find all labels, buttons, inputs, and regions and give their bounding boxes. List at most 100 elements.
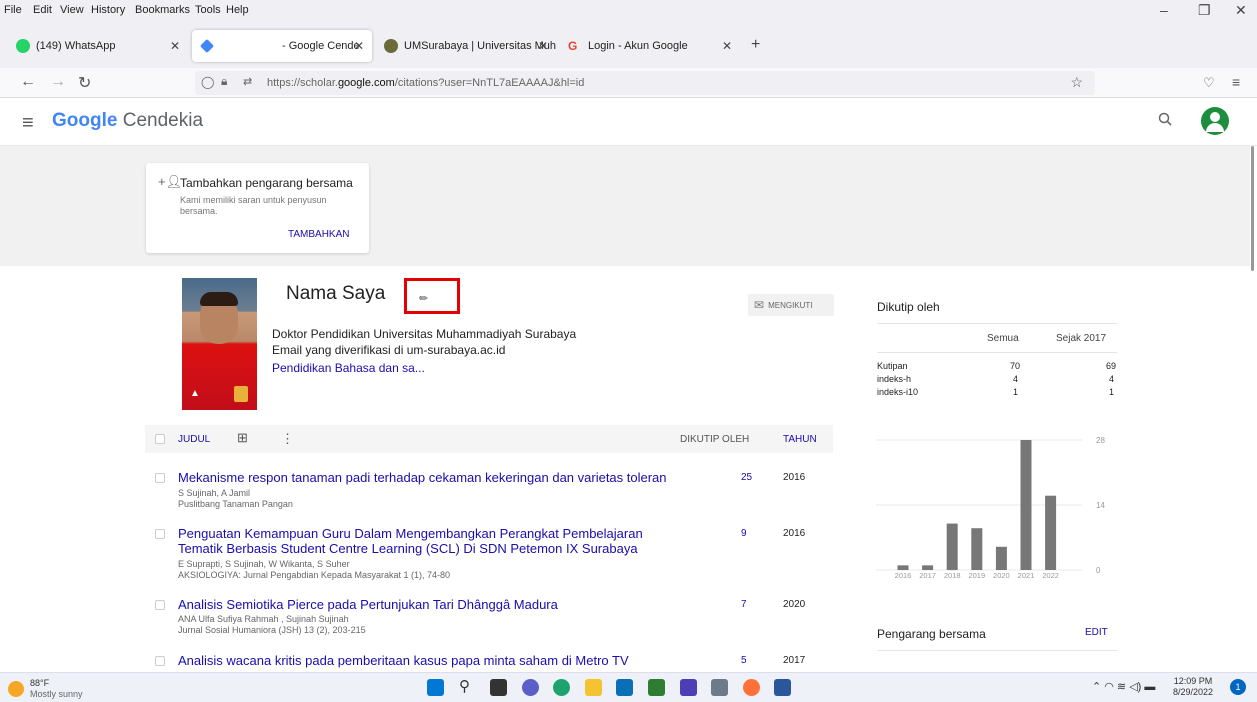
menu-file[interactable]: File xyxy=(4,4,22,16)
article-authors: E Suprapti, S Sujinah, W Wikanta, S Suhe… xyxy=(178,559,350,569)
add-coauthor-button[interactable]: TAMBAHKAN xyxy=(288,229,350,240)
cited-count-link[interactable]: 9 xyxy=(741,528,747,539)
camera-icon[interactable] xyxy=(711,679,728,696)
metric-since: 1 xyxy=(1109,387,1115,397)
cited-count-link[interactable]: 25 xyxy=(741,472,752,483)
task-view-icon[interactable] xyxy=(490,679,507,696)
sun-icon xyxy=(8,681,24,697)
menu-tools[interactable]: Tools xyxy=(195,4,221,16)
xbox-icon[interactable] xyxy=(648,679,665,696)
tab-bar: (149) WhatsApp ✕ - Google Cende ✕ UMSura… xyxy=(0,22,1257,68)
cited-count-link[interactable]: 5 xyxy=(741,655,747,666)
url-domain: google.com xyxy=(337,77,395,89)
bar-2018[interactable] xyxy=(946,523,958,570)
page-scrollbar[interactable] xyxy=(1251,146,1254,271)
tab-login-google[interactable]: G Login - Akun Google ✕ xyxy=(560,30,740,62)
select-all-checkbox[interactable] xyxy=(155,434,165,444)
search-icon[interactable] xyxy=(1158,112,1172,131)
google-cendekia-logo[interactable]: Google Cendekia xyxy=(52,110,203,132)
clock[interactable]: 12:09 PM 8/29/2022 xyxy=(1173,676,1213,698)
x-tick-label: 2016 xyxy=(895,571,912,580)
google-g-icon: G xyxy=(568,39,578,53)
close-tab-icon[interactable]: ✕ xyxy=(722,39,732,53)
add-coauthor-card: +👤︎ Tambahkan pengarang bersama Kami mem… xyxy=(146,163,369,253)
follow-button[interactable]: ✉︎ MENGIKUTI xyxy=(748,294,834,316)
tab-whatsapp[interactable]: (149) WhatsApp ✕ xyxy=(8,30,188,62)
permissions-icon[interactable]: ⇄ xyxy=(243,75,252,88)
edge-icon[interactable] xyxy=(553,679,570,696)
reload-icon[interactable]: ↻ xyxy=(78,73,91,93)
close-window-icon[interactable]: ✕ xyxy=(1235,2,1247,19)
bar-2016[interactable] xyxy=(897,565,909,570)
cited-count-link[interactable]: 7 xyxy=(741,599,747,610)
article-title-link[interactable]: Analisis Semiotika Pierce pada Pertunjuk… xyxy=(178,597,688,612)
bookmark-star-icon[interactable]: ☆ xyxy=(1070,74,1083,91)
x-tick-label: 2017 xyxy=(919,571,936,580)
shield-icon[interactable]: ◯ xyxy=(201,75,214,89)
hamburger-icon[interactable]: ≡ xyxy=(22,112,34,135)
table-row: Analisis wacana kritis pada pemberitaan … xyxy=(145,653,833,671)
mail-icon: ✉︎ xyxy=(754,298,765,312)
bar-2022[interactable] xyxy=(1045,495,1057,570)
edit-pencil-icon[interactable]: ✏︎ xyxy=(419,292,428,305)
forward-icon[interactable]: → xyxy=(50,73,66,91)
bar-2019[interactable] xyxy=(971,528,983,570)
pocket-icon[interactable]: ♡ xyxy=(1203,75,1215,91)
menu-icon[interactable]: ≡ xyxy=(1232,74,1240,90)
close-tab-icon[interactable]: ✕ xyxy=(354,39,364,53)
menu-history[interactable]: History xyxy=(91,4,125,16)
app-icon[interactable] xyxy=(680,679,697,696)
row-checkbox[interactable] xyxy=(155,600,165,610)
url-prefix: https://scholar. xyxy=(267,77,338,89)
start-icon[interactable] xyxy=(427,679,444,696)
article-title-link[interactable]: Penguatan Kemampuan Guru Dalam Mengemban… xyxy=(178,526,688,556)
bar-2020[interactable] xyxy=(995,546,1007,570)
bar-2021[interactable] xyxy=(1020,440,1032,570)
article-year: 2020 xyxy=(783,599,806,610)
add-article-icon[interactable]: ⊞ xyxy=(237,430,248,446)
back-icon[interactable]: ← xyxy=(20,73,36,91)
tab-label: UMSurabaya | Universitas Muha xyxy=(404,40,556,52)
file-explorer-icon[interactable] xyxy=(585,679,602,696)
more-options-icon[interactable]: ⋮ xyxy=(281,431,294,447)
bar-2017[interactable] xyxy=(922,565,934,570)
row-checkbox[interactable] xyxy=(155,656,165,666)
firefox-icon[interactable] xyxy=(743,679,760,696)
new-tab-icon[interactable]: + xyxy=(751,36,760,54)
url-bar[interactable]: ◯ 🔒︎ ⇄ https://scholar.google.com/citati… xyxy=(195,71,1095,95)
i10-index-row: indeks-i10 1 1 xyxy=(877,387,1117,399)
minimize-icon[interactable]: – xyxy=(1160,2,1168,18)
sort-by-year[interactable]: TAHUN xyxy=(783,434,817,445)
word-icon[interactable] xyxy=(774,679,791,696)
profile-photo[interactable]: ▲ xyxy=(182,278,257,410)
article-title-link[interactable]: Analisis wacana kritis pada pemberitaan … xyxy=(178,653,688,668)
search-taskbar-icon[interactable]: ⚲ xyxy=(459,677,476,695)
menu-help[interactable]: Help xyxy=(226,4,249,16)
sort-by-title[interactable]: JUDUL xyxy=(178,434,210,445)
x-tick-label: 2022 xyxy=(1042,571,1059,580)
close-tab-icon[interactable]: ✕ xyxy=(538,39,548,53)
menu-view[interactable]: View xyxy=(60,4,84,16)
tab-google-cendekia[interactable]: - Google Cende ✕ xyxy=(192,30,372,62)
metric-all: 1 xyxy=(1013,387,1019,397)
close-tab-icon[interactable]: ✕ xyxy=(170,39,180,53)
article-title-link[interactable]: Mekanisme respon tanaman padi terhadap c… xyxy=(178,470,688,485)
restore-icon[interactable]: ❐ xyxy=(1198,2,1211,19)
chat-icon[interactable] xyxy=(522,679,539,696)
sort-by-cited[interactable]: DIKUTIP OLEH xyxy=(680,434,749,445)
menu-bookmarks[interactable]: Bookmarks xyxy=(135,4,190,16)
mail-taskbar-icon[interactable] xyxy=(616,679,633,696)
lock-icon[interactable]: 🔒︎ xyxy=(221,74,227,89)
row-checkbox[interactable] xyxy=(155,529,165,539)
article-year: 2016 xyxy=(783,472,806,483)
system-tray[interactable]: ⌃ ◠ ≋ ◁) ▬ xyxy=(1092,680,1155,693)
tab-umsurabaya[interactable]: UMSurabaya | Universitas Muha ✕ xyxy=(376,30,556,62)
account-avatar[interactable] xyxy=(1201,107,1229,135)
menu-edit[interactable]: Edit xyxy=(33,4,52,16)
coauthors-edit-button[interactable]: EDIT xyxy=(1085,627,1108,638)
research-interest-link[interactable]: Pendidikan Bahasa dan sa... xyxy=(272,361,425,375)
url-text[interactable]: https://scholar.google.com/citations?use… xyxy=(267,77,584,89)
articles-table-header: JUDUL ⊞ ⋮ DIKUTIP OLEH TAHUN xyxy=(145,425,833,453)
notification-badge[interactable]: 1 xyxy=(1230,679,1246,695)
row-checkbox[interactable] xyxy=(155,473,165,483)
